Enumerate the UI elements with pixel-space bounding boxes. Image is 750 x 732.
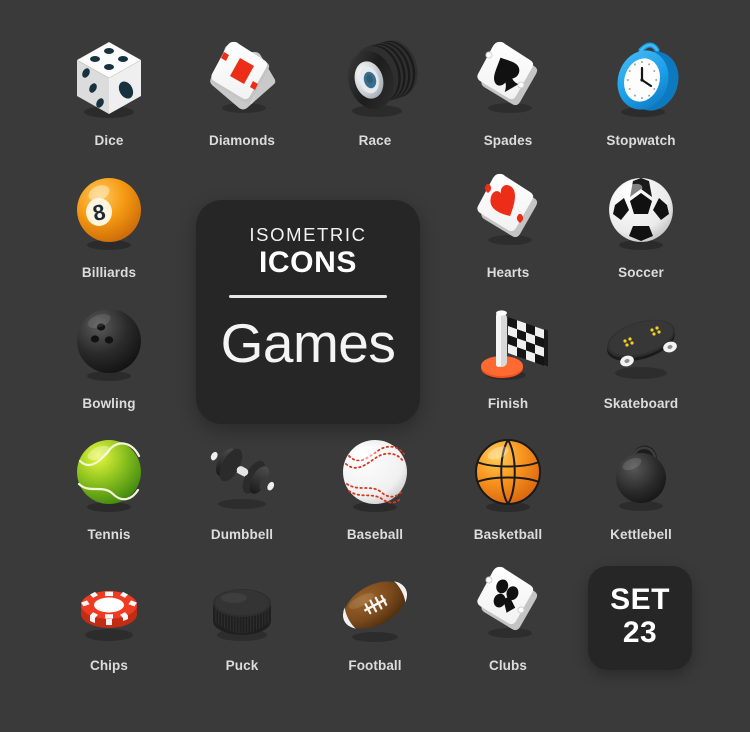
icon-cell-soccer[interactable]: Soccer — [574, 160, 708, 294]
icon-label-billiards: Billiards — [81, 265, 137, 280]
icon-cell-race[interactable]: Race — [308, 28, 442, 162]
basketball-icon[interactable] — [458, 422, 558, 522]
hearts-card-icon[interactable] — [458, 160, 558, 260]
baseball-icon[interactable] — [325, 422, 425, 522]
bowling-ball-icon[interactable] — [59, 291, 159, 391]
icon-label-bowling: Bowling — [82, 396, 136, 411]
icon-cell-football[interactable]: Football — [308, 553, 442, 687]
race-tire-icon[interactable] — [325, 28, 425, 128]
diamonds-card-icon[interactable] — [192, 28, 292, 128]
icon-label-dumbbell: Dumbbell — [210, 527, 274, 542]
set-badge[interactable]: SET 23 — [588, 566, 692, 670]
icon-cell-clubs[interactable]: Clubs — [441, 553, 575, 687]
poker-chip-icon[interactable] — [59, 553, 159, 653]
icon-cell-diamonds[interactable]: Diamonds — [175, 28, 309, 162]
icon-label-stopwatch: Stopwatch — [606, 133, 676, 148]
dice-icon[interactable] — [59, 28, 159, 128]
icon-cell-dice[interactable]: Dice — [42, 28, 176, 162]
icon-cell-chips[interactable]: Chips — [42, 553, 176, 687]
tennis-ball-icon[interactable] — [59, 422, 159, 522]
icon-label-puck: Puck — [225, 658, 259, 673]
icon-label-hearts: Hearts — [486, 265, 530, 280]
icon-label-basketball: Basketball — [473, 527, 543, 542]
icon-cell-tennis[interactable]: Tennis — [42, 422, 176, 556]
finish-flag-icon[interactable] — [458, 291, 558, 391]
icon-label-dice: Dice — [94, 133, 124, 148]
icon-cell-puck[interactable]: Puck — [175, 553, 309, 687]
stopwatch-icon[interactable] — [591, 28, 691, 128]
icon-cell-spades[interactable]: Spades — [441, 28, 575, 162]
spades-card-icon[interactable] — [458, 28, 558, 128]
icon-cell-hearts[interactable]: Hearts — [441, 160, 575, 294]
icon-sheet: Dice Diamonds Race Spades Stopwatch 8 Bi… — [0, 0, 750, 732]
icon-label-kettlebell: Kettlebell — [610, 527, 672, 542]
title-eyebrow-isometric: ISOMETRIC — [249, 224, 367, 245]
icon-label-spades: Spades — [483, 133, 533, 148]
icon-label-finish: Finish — [487, 396, 529, 411]
icon-cell-baseball[interactable]: Baseball — [308, 422, 442, 556]
set-badge-word: SET — [610, 583, 670, 617]
icon-cell-finish[interactable]: Finish — [441, 291, 575, 425]
title-eyebrow-icons: ICONS — [258, 245, 357, 279]
icon-label-tennis: Tennis — [87, 527, 131, 542]
icon-cell-stopwatch[interactable]: Stopwatch — [574, 28, 708, 162]
icon-label-soccer: Soccer — [618, 265, 664, 280]
icon-cell-bowling[interactable]: Bowling — [42, 291, 176, 425]
skateboard-icon[interactable] — [591, 291, 691, 391]
hockey-puck-icon[interactable] — [192, 553, 292, 653]
icon-cell-dumbbell[interactable]: Dumbbell — [175, 422, 309, 556]
icon-label-diamonds: Diamonds — [208, 133, 276, 148]
icon-label-football: Football — [348, 658, 402, 673]
soccer-ball-icon[interactable] — [591, 160, 691, 260]
icon-label-skateboard: Skateboard — [603, 396, 679, 411]
icon-cell-billiards[interactable]: 8 Billiards — [42, 160, 176, 294]
kettlebell-icon[interactable] — [591, 422, 691, 522]
set-badge-number: 23 — [622, 616, 658, 650]
icon-cell-skateboard[interactable]: Skateboard — [574, 291, 708, 425]
football-icon[interactable] — [325, 553, 425, 653]
title-card[interactable]: ISOMETRIC ICONS Games — [196, 200, 420, 424]
icon-label-race: Race — [358, 133, 392, 148]
icon-label-chips: Chips — [89, 658, 128, 673]
billiards-ball-icon[interactable]: 8 — [59, 160, 159, 260]
icon-cell-basketball[interactable]: Basketball — [441, 422, 575, 556]
clubs-card-icon[interactable] — [458, 553, 558, 653]
icon-label-baseball: Baseball — [346, 527, 404, 542]
title-set-name: Games — [220, 311, 396, 374]
title-divider — [229, 294, 387, 298]
icon-cell-kettlebell[interactable]: Kettlebell — [574, 422, 708, 556]
icon-label-clubs: Clubs — [488, 658, 527, 673]
dumbbell-icon[interactable] — [192, 422, 292, 522]
